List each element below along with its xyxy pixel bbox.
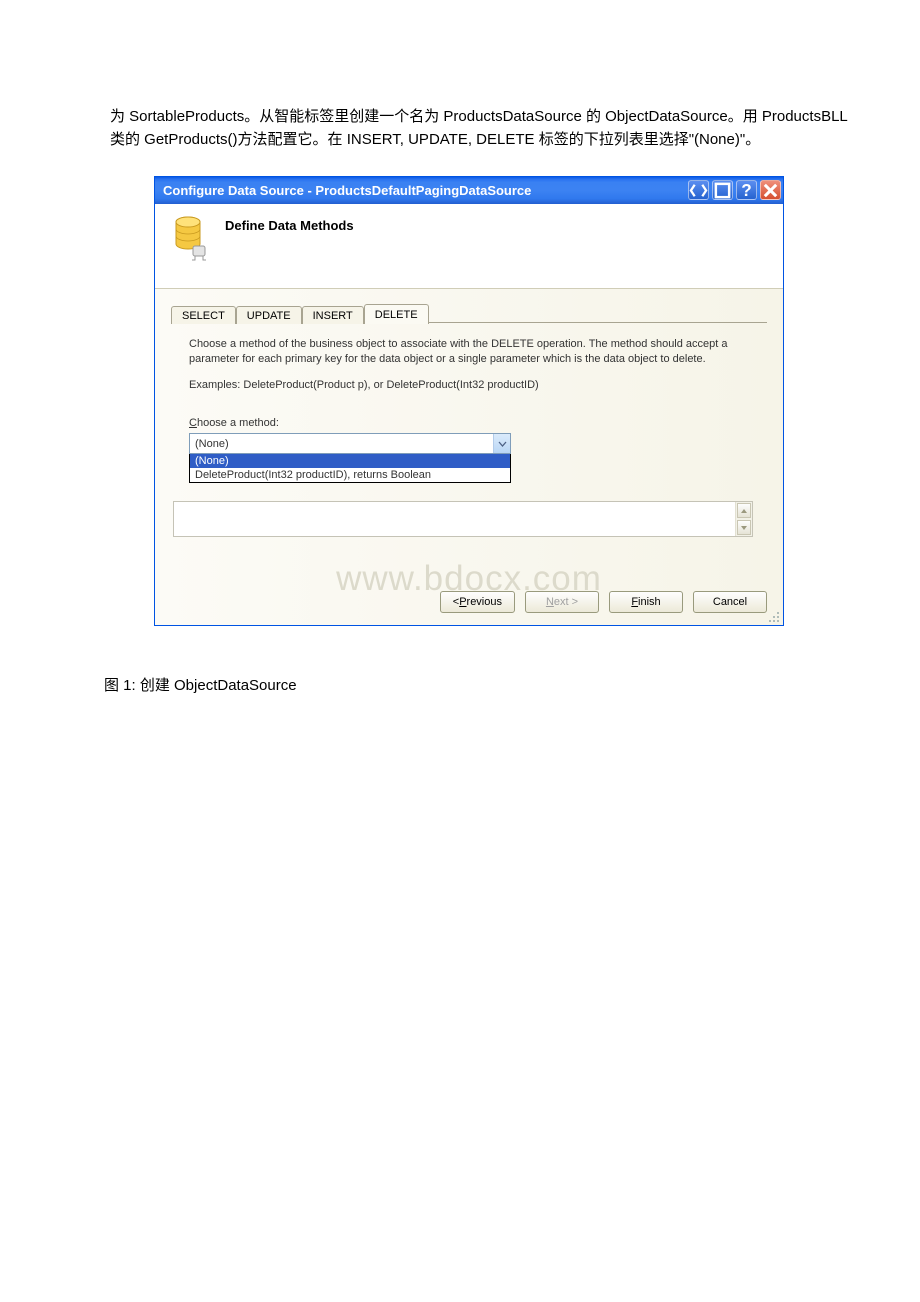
intro-paragraph: 为 SortableProducts。从智能标签里创建一个名为 Products… [110, 105, 860, 152]
help-icon[interactable]: ? [736, 180, 757, 200]
titlebar[interactable]: Configure Data Source - ProductsDefaultP… [155, 177, 783, 204]
cancel-button[interactable]: Cancel [693, 591, 767, 613]
dropdown-option-none[interactable]: (None) [190, 454, 510, 468]
method-dropdown-selected: (None) [190, 438, 493, 450]
wizard-buttons: < Previous Next > Finish Cancel [155, 587, 783, 625]
next-button[interactable]: Next > [525, 591, 599, 613]
choose-method-label: Choose a method: [189, 417, 749, 429]
chevron-down-icon[interactable] [493, 434, 510, 453]
maximize-icon[interactable] [712, 180, 733, 200]
tab-insert[interactable]: INSERT [302, 306, 364, 324]
method-dropdown[interactable]: (None) [189, 433, 511, 454]
scrollbar[interactable] [735, 502, 752, 536]
scroll-down-icon[interactable] [737, 520, 751, 535]
description-scrollbox [173, 501, 753, 537]
dialog-header: Define Data Methods [155, 204, 783, 289]
figure-caption: 图 1: 创建 ObjectDataSource [104, 674, 860, 695]
nav-back-icon[interactable] [688, 180, 709, 200]
tab-description: Choose a method of the business object t… [189, 337, 749, 368]
config-dialog: Configure Data Source - ProductsDefaultP… [154, 176, 784, 627]
tab-strip: SELECT UPDATE INSERT DELETE [171, 303, 767, 323]
database-icon [173, 214, 211, 262]
examples-text: Examples: DeleteProduct(Product p), or D… [189, 379, 749, 391]
close-icon[interactable] [760, 180, 781, 200]
previous-button[interactable]: < Previous [440, 591, 515, 613]
dialog-header-title: Define Data Methods [225, 214, 354, 233]
titlebar-text: Configure Data Source - ProductsDefaultP… [163, 183, 688, 198]
tab-select[interactable]: SELECT [171, 306, 236, 324]
tab-delete[interactable]: DELETE [364, 304, 429, 324]
tab-update[interactable]: UPDATE [236, 306, 302, 324]
scroll-up-icon[interactable] [737, 503, 751, 518]
method-dropdown-list: (None) DeleteProduct(Int32 productID), r… [189, 454, 511, 483]
finish-button[interactable]: Finish [609, 591, 683, 613]
dropdown-option-deleteproduct[interactable]: DeleteProduct(Int32 productID), returns … [190, 468, 510, 482]
svg-text:?: ? [741, 181, 751, 200]
